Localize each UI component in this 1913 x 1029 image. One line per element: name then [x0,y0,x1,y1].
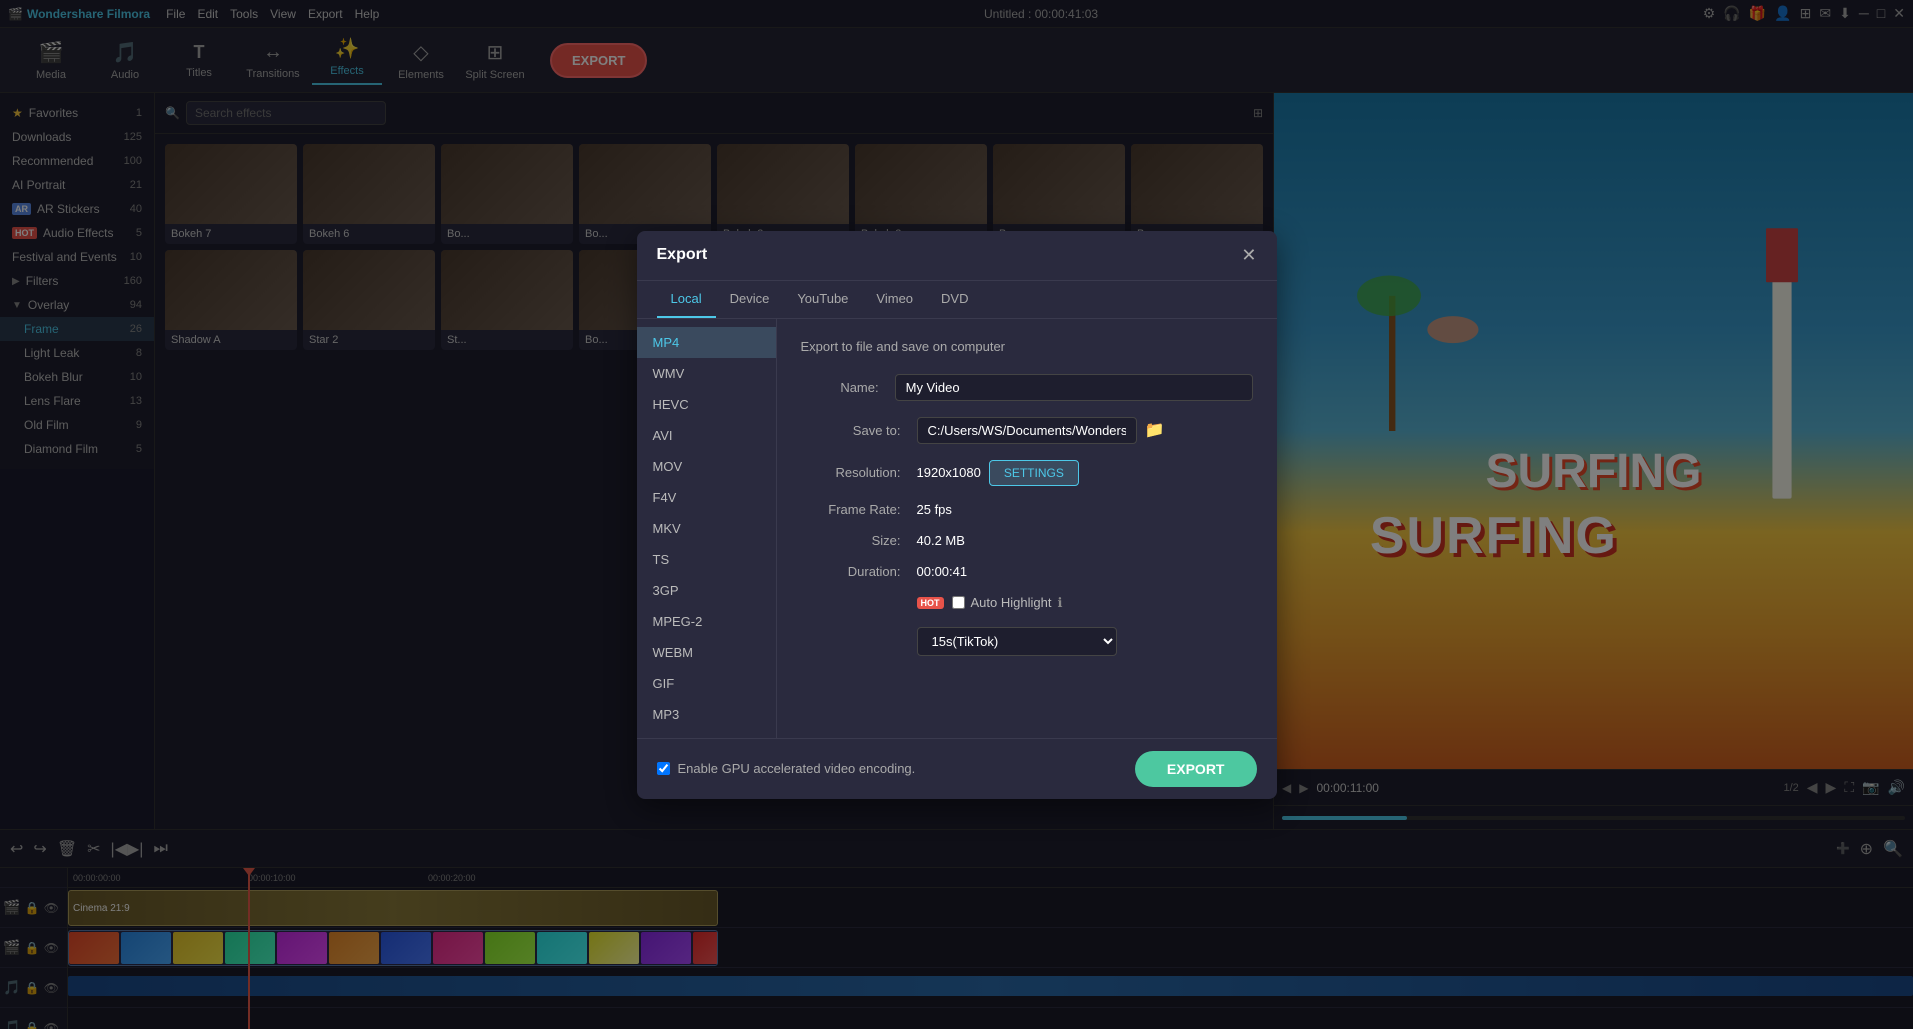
duration-value: 00:00:41 [917,564,1253,579]
format-settings: Export to file and save on computer Name… [777,319,1277,738]
format-wmv[interactable]: WMV [637,358,776,389]
highlight-select-row: 15s(TikTok) [801,627,1253,656]
auto-highlight-checkbox[interactable] [952,596,965,609]
size-value: 40.2 MB [917,533,1253,548]
browse-folder-button[interactable]: 📁 [1145,420,1165,440]
name-input[interactable] [895,374,1253,401]
format-f4v[interactable]: F4V [637,482,776,513]
modal-body: MP4 WMV HEVC AVI MOV F4V MKV TS 3GP MPEG… [637,319,1277,738]
framerate-row: Frame Rate: 25 fps [801,502,1253,517]
format-mp4[interactable]: MP4 [637,327,776,358]
framerate-label: Frame Rate: [801,502,901,517]
modal-footer: Enable GPU accelerated video encoding. E… [637,738,1277,799]
format-list: MP4 WMV HEVC AVI MOV F4V MKV TS 3GP MPEG… [637,319,777,738]
info-icon[interactable]: ℹ [1057,595,1062,611]
format-ts[interactable]: TS [637,544,776,575]
name-row: Name: [801,374,1253,401]
tab-youtube[interactable]: YouTube [783,281,862,318]
format-mp3[interactable]: MP3 [637,699,776,730]
resolution-value-container: 1920x1080 SETTINGS [917,460,1079,486]
resolution-label: Resolution: [801,465,901,480]
size-row: Size: 40.2 MB [801,533,1253,548]
export-modal-button[interactable]: EXPORT [1135,751,1257,787]
saveto-input[interactable] [917,417,1137,444]
resolution-value: 1920x1080 [917,465,981,480]
format-webm[interactable]: WEBM [637,637,776,668]
framerate-value: 25 fps [917,502,1253,517]
modal-overlay: Export ✕ Local Device YouTube Vimeo DVD … [0,0,1913,1029]
format-gif[interactable]: GIF [637,668,776,699]
hot-badge-highlight: HOT [917,597,944,609]
resolution-row: Resolution: 1920x1080 SETTINGS [801,460,1253,486]
format-3gp[interactable]: 3GP [637,575,776,606]
tab-dvd[interactable]: DVD [927,281,982,318]
tab-vimeo[interactable]: Vimeo [862,281,927,318]
auto-highlight-label: Auto Highlight [971,595,1052,610]
tab-local[interactable]: Local [657,281,716,318]
saveto-row: Save to: 📁 [801,417,1253,444]
format-mkv[interactable]: MKV [637,513,776,544]
format-mov[interactable]: MOV [637,451,776,482]
gpu-checkbox-container: Enable GPU accelerated video encoding. [657,761,916,776]
auto-highlight-row: HOT Auto Highlight ℹ [801,595,1253,611]
saveto-label: Save to: [801,423,901,438]
modal-title: Export [657,246,708,264]
gpu-label: Enable GPU accelerated video encoding. [678,761,916,776]
highlight-duration-select[interactable]: 15s(TikTok) [917,627,1117,656]
modal-tabs: Local Device YouTube Vimeo DVD [637,281,1277,319]
name-label: Name: [801,380,879,395]
auto-highlight-checkbox-container: Auto Highlight ℹ [952,595,1063,611]
format-avi[interactable]: AVI [637,420,776,451]
duration-label: Duration: [801,564,901,579]
gpu-checkbox[interactable] [657,762,670,775]
modal-header: Export ✕ [637,231,1277,281]
size-label: Size: [801,533,901,548]
format-hevc[interactable]: HEVC [637,389,776,420]
duration-row: Duration: 00:00:41 [801,564,1253,579]
export-subtitle: Export to file and save on computer [801,339,1253,354]
format-mpeg2[interactable]: MPEG-2 [637,606,776,637]
saveto-value-container: 📁 [917,417,1165,444]
export-modal: Export ✕ Local Device YouTube Vimeo DVD … [637,231,1277,799]
tab-device[interactable]: Device [716,281,784,318]
modal-close-button[interactable]: ✕ [1241,245,1256,266]
resolution-settings-button[interactable]: SETTINGS [989,460,1079,486]
